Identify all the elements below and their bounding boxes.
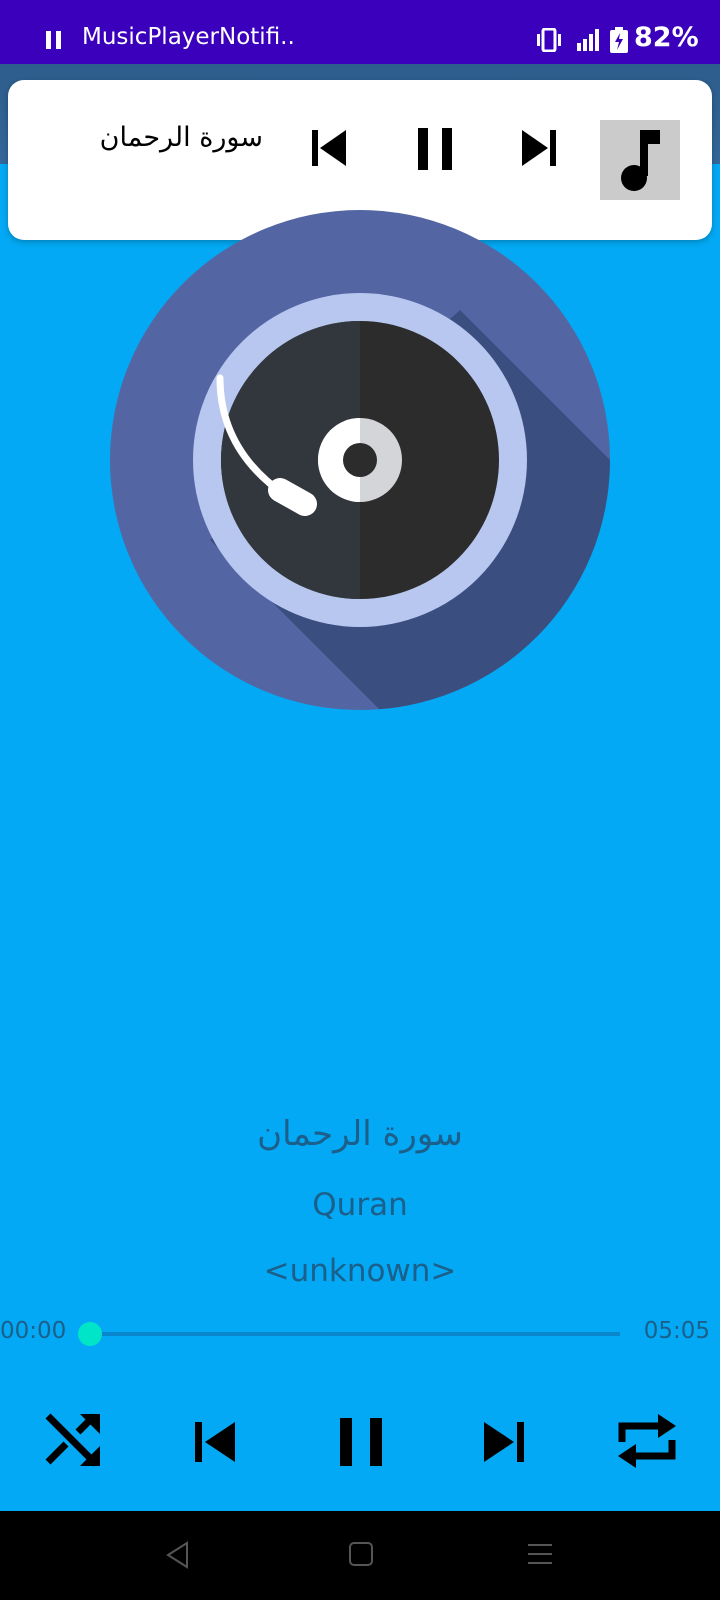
notification-thumbnail bbox=[600, 120, 680, 200]
total-time: 05:05 bbox=[643, 1318, 710, 1344]
seek-thumb[interactable] bbox=[78, 1322, 102, 1346]
previous-icon[interactable] bbox=[310, 128, 348, 168]
notification-title: سورة الرحمان bbox=[99, 122, 263, 153]
home-icon[interactable] bbox=[348, 1541, 374, 1567]
track-artist: <unknown> bbox=[263, 1253, 457, 1289]
pause-icon[interactable] bbox=[340, 1418, 382, 1466]
system-nav-bar bbox=[0, 1511, 720, 1600]
current-time: 00:00 bbox=[0, 1318, 67, 1344]
next-icon[interactable] bbox=[482, 1420, 526, 1464]
battery-charging-icon bbox=[610, 27, 628, 53]
status-bar: MusicPlayerNotifi.. 82% bbox=[0, 0, 720, 64]
track-title: سورة الرحمان bbox=[257, 1114, 463, 1154]
vibrate-icon bbox=[537, 28, 561, 52]
back-icon[interactable] bbox=[165, 1541, 189, 1569]
previous-icon[interactable] bbox=[193, 1420, 237, 1464]
signal-icon bbox=[577, 29, 599, 51]
pause-icon bbox=[46, 31, 61, 49]
battery-percent: 82% bbox=[634, 22, 699, 53]
seek-bar[interactable] bbox=[90, 1332, 620, 1336]
music-note-icon bbox=[621, 130, 660, 191]
album-art-turntable bbox=[110, 210, 610, 710]
next-icon[interactable] bbox=[520, 128, 558, 168]
repeat-icon[interactable] bbox=[616, 1408, 678, 1474]
status-app-name: MusicPlayerNotifi.. bbox=[82, 24, 295, 50]
shuffle-icon[interactable] bbox=[44, 1410, 102, 1468]
track-album: Quran bbox=[312, 1187, 408, 1223]
menu-icon[interactable] bbox=[527, 1541, 553, 1567]
pause-icon[interactable] bbox=[416, 128, 454, 170]
